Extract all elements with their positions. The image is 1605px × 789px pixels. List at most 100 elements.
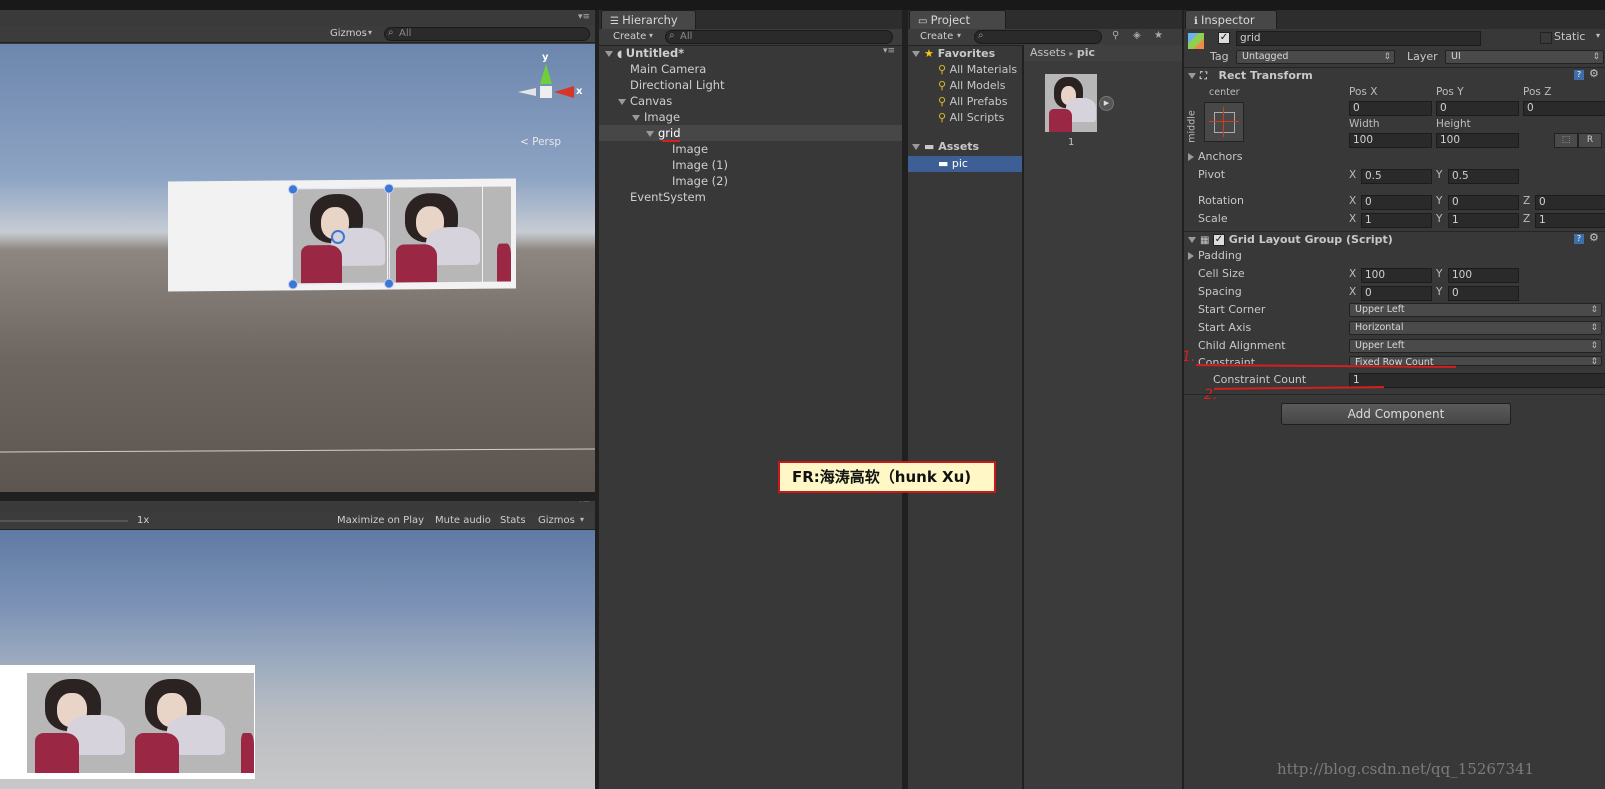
- gizmo-center-cube[interactable]: [540, 86, 552, 98]
- play-icon[interactable]: ▶: [1099, 96, 1114, 111]
- hierarchy-item-grid[interactable]: grid: [646, 125, 681, 141]
- expand-arrow-icon[interactable]: [605, 50, 613, 57]
- expand-arrow-icon[interactable]: [1188, 252, 1194, 260]
- rotation-y-field[interactable]: 0: [1448, 195, 1519, 210]
- hierarchy-panel[interactable]: 🔒 ▾≡ Create ▾ All ◖ Untitled* ▾≡ Main Ca…: [599, 29, 902, 789]
- chevron-down-icon[interactable]: ▾: [368, 28, 372, 37]
- panel-menu-icon[interactable]: ▾≡: [578, 501, 590, 505]
- project-search-input[interactable]: [974, 30, 1102, 44]
- hierarchy-create-button[interactable]: Create: [609, 30, 650, 44]
- scene-view[interactable]: Gizmos ▾ All ▾≡ y x < Persp: [0, 10, 595, 492]
- hierarchy-item-eventsystem[interactable]: EventSystem: [630, 189, 706, 205]
- pos-y-field[interactable]: 0: [1436, 101, 1519, 116]
- inspector-panel[interactable]: 🔒 ▾≡ ✓ grid Static ▾ Tag Untagged Layer …: [1184, 29, 1605, 789]
- hierarchy-search-input[interactable]: All: [665, 30, 893, 44]
- scene-gizmos-button[interactable]: Gizmos: [326, 27, 371, 41]
- scale-x-field[interactable]: 1: [1361, 213, 1432, 228]
- filter-type-icon[interactable]: ⚲: [1112, 30, 1119, 41]
- anchor-presets-button[interactable]: [1204, 102, 1244, 142]
- scale-z-field[interactable]: 1: [1535, 213, 1605, 228]
- hierarchy-item-canvas[interactable]: Canvas: [618, 93, 672, 109]
- persp-label[interactable]: < Persp: [520, 136, 561, 148]
- spacing-y-field[interactable]: 0: [1448, 286, 1519, 301]
- favorite-item-materials[interactable]: ⚲ All Materials: [938, 62, 1017, 78]
- gizmo-x-cone[interactable]: [554, 86, 574, 98]
- pos-z-field[interactable]: 0: [1523, 101, 1605, 116]
- asset-thumbnail[interactable]: [1045, 74, 1097, 132]
- expand-arrow-icon[interactable]: [646, 130, 654, 137]
- cell-size-x-field[interactable]: 100: [1361, 268, 1432, 283]
- breadcrumb-pic[interactable]: pic: [1077, 46, 1095, 59]
- chevron-down-icon[interactable]: ▾: [649, 31, 653, 40]
- maximize-on-play-toggle[interactable]: Maximize on Play: [333, 514, 428, 528]
- pos-x-field[interactable]: 0: [1349, 101, 1432, 116]
- active-checkbox[interactable]: ✓: [1218, 32, 1230, 44]
- expand-arrow-icon[interactable]: [912, 51, 920, 57]
- favorite-item-models[interactable]: ⚲ All Models: [938, 78, 1005, 94]
- expand-arrow-icon[interactable]: [1188, 153, 1194, 161]
- rect-handle[interactable]: [384, 183, 394, 194]
- panel-menu-icon[interactable]: ▾≡: [578, 12, 590, 22]
- padding-foldout[interactable]: Padding: [1188, 248, 1242, 264]
- project-asset-pane[interactable]: Assets ▸ pic ▶ 1: [1024, 45, 1182, 789]
- gizmo-neg-x-cone[interactable]: [518, 88, 536, 96]
- scene-menu-icon[interactable]: ▾≡: [883, 46, 895, 56]
- child-alignment-dropdown[interactable]: Upper Left: [1349, 339, 1602, 353]
- grid-layout-header[interactable]: ▦ ✓ Grid Layout Group (Script): [1188, 232, 1393, 248]
- layer-dropdown[interactable]: UI: [1445, 50, 1604, 64]
- rect-transform-header[interactable]: ⛶ Rect Transform: [1188, 68, 1313, 84]
- stats-toggle[interactable]: Stats: [496, 514, 530, 528]
- horizontal-splitter[interactable]: [0, 492, 595, 501]
- hierarchy-item-main-camera[interactable]: Main Camera: [630, 61, 706, 77]
- pivot-y-field[interactable]: 0.5: [1448, 169, 1519, 184]
- tab-project[interactable]: ▭ Project: [909, 10, 1006, 29]
- gear-icon[interactable]: ⚙: [1589, 231, 1599, 244]
- constraint-count-field[interactable]: 1: [1349, 373, 1605, 388]
- width-field[interactable]: 100: [1349, 133, 1432, 148]
- rect-handle[interactable]: [288, 279, 298, 290]
- height-field[interactable]: 100: [1436, 133, 1519, 148]
- anchors-foldout[interactable]: Anchors: [1188, 149, 1243, 165]
- scene-image-panel[interactable]: [168, 178, 516, 292]
- tag-dropdown[interactable]: Untagged: [1236, 50, 1395, 64]
- favorite-item-scripts[interactable]: ⚲ All Scripts: [938, 110, 1004, 126]
- project-create-button[interactable]: Create: [916, 30, 957, 44]
- rotation-x-field[interactable]: 0: [1361, 195, 1432, 210]
- object-name-field[interactable]: grid: [1236, 31, 1481, 46]
- favorites-header[interactable]: ★ Favorites: [912, 46, 995, 62]
- tab-inspector[interactable]: ℹ Inspector: [1185, 10, 1277, 29]
- spacing-x-field[interactable]: 0: [1361, 286, 1432, 301]
- expand-arrow-icon[interactable]: [1188, 237, 1196, 243]
- orientation-gizmo[interactable]: y x: [512, 52, 582, 118]
- help-icon[interactable]: ?: [1574, 234, 1584, 244]
- scale-y-field[interactable]: 1: [1448, 213, 1519, 228]
- folder-item-pic[interactable]: ▬ pic: [938, 156, 968, 172]
- mute-audio-toggle[interactable]: Mute audio: [431, 514, 495, 528]
- rotation-z-field[interactable]: 0: [1535, 195, 1605, 210]
- project-panel[interactable]: 🔒 ▾≡ Create ▾ ⚲ ◈ ★ ★ Favorites ⚲ All Ma…: [908, 29, 1182, 789]
- chevron-down-icon[interactable]: ▾: [957, 31, 961, 40]
- start-axis-dropdown[interactable]: Horizontal: [1349, 321, 1602, 335]
- breadcrumb-assets[interactable]: Assets: [1030, 46, 1066, 59]
- expand-arrow-icon[interactable]: [1188, 73, 1196, 79]
- blueprint-mode-button[interactable]: ⬚: [1554, 133, 1578, 148]
- rect-handle[interactable]: [384, 278, 394, 289]
- pivot-x-field[interactable]: 0.5: [1361, 169, 1432, 184]
- chevron-down-icon[interactable]: ▾: [1596, 31, 1600, 40]
- expand-arrow-icon[interactable]: [618, 98, 626, 105]
- gear-icon[interactable]: ⚙: [1589, 67, 1599, 80]
- tag-icon[interactable]: ◈: [1133, 30, 1141, 41]
- cell-size-y-field[interactable]: 100: [1448, 268, 1519, 283]
- scene-viewport[interactable]: y x < Persp: [0, 44, 595, 492]
- pivot-icon[interactable]: [331, 229, 345, 245]
- scale-slider-track[interactable]: [0, 520, 128, 522]
- expand-arrow-icon[interactable]: [632, 114, 640, 121]
- add-component-button[interactable]: Add Component: [1281, 403, 1511, 425]
- help-icon[interactable]: ?: [1574, 70, 1584, 80]
- hierarchy-selected-row[interactable]: [599, 125, 902, 141]
- favorite-item-prefabs[interactable]: ⚲ All Prefabs: [938, 94, 1008, 110]
- chevron-down-icon[interactable]: ▾: [580, 515, 584, 524]
- start-corner-dropdown[interactable]: Upper Left: [1349, 303, 1602, 317]
- rect-handle[interactable]: [288, 184, 298, 195]
- assets-header[interactable]: ▬ Assets: [912, 139, 979, 155]
